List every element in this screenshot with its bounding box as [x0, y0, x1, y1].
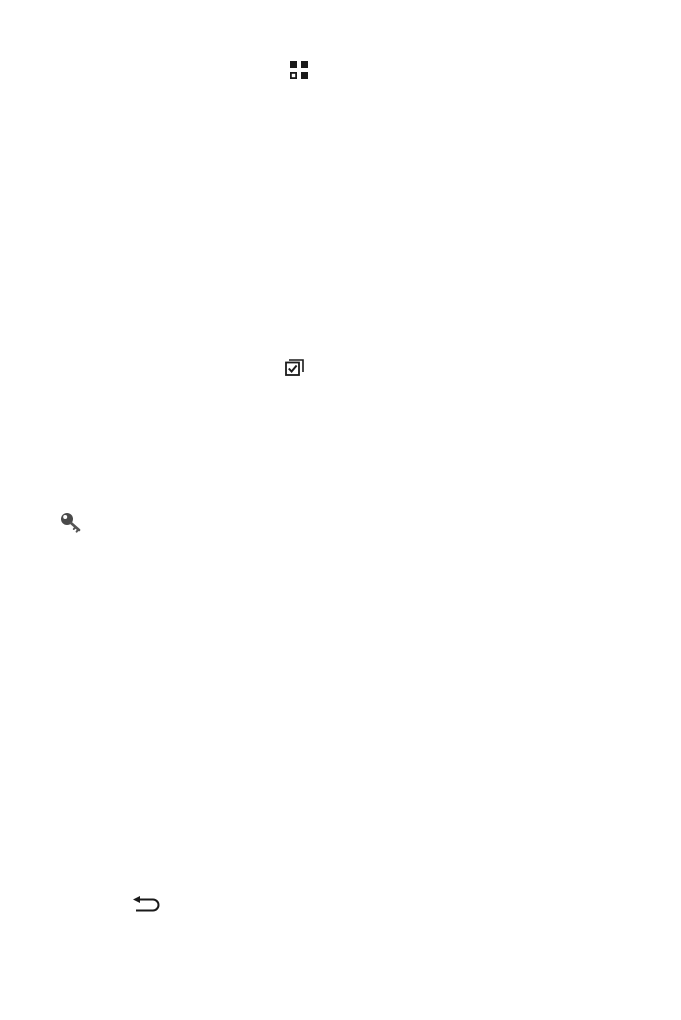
- apps-grid-icon: [290, 61, 309, 80]
- key-icon: [60, 512, 84, 534]
- stacked-checkbox-icon: [285, 359, 304, 376]
- back-arrow-icon: [132, 896, 161, 912]
